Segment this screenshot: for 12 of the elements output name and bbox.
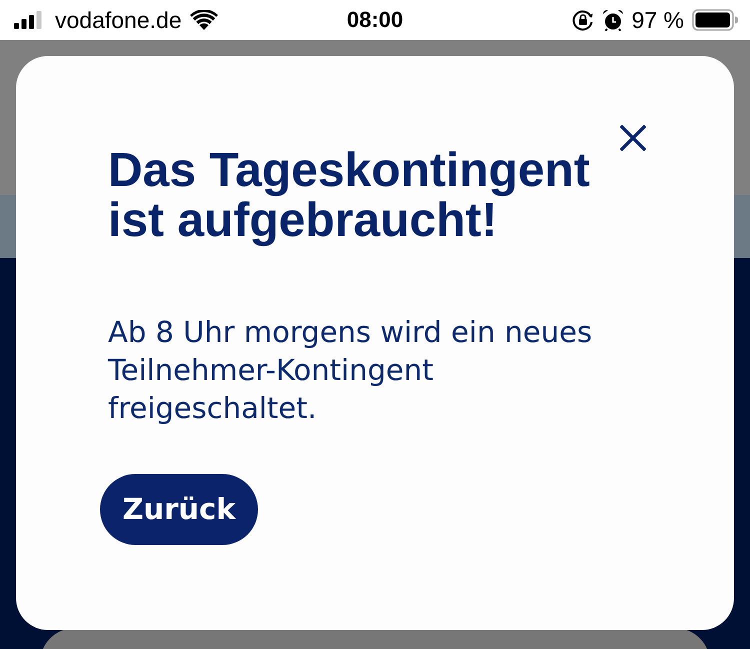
wifi-icon [190, 10, 218, 30]
signal-icon [14, 11, 42, 29]
dialog-message: Ab 8 Uhr morgens wird ein neues Teilnehmer-Kontingent freigeschaltet. [108, 314, 594, 427]
battery-percentage: 97 % [632, 8, 684, 32]
status-time: 08:00 [346, 9, 404, 31]
alarm-clock-icon [602, 9, 624, 31]
close-icon [620, 125, 646, 151]
rotation-lock-icon [572, 9, 594, 31]
battery-icon [692, 9, 738, 31]
dialog-title: Das Tageskontingent ist aufgebraucht! [108, 146, 591, 246]
back-button[interactable]: Zurück [100, 474, 258, 545]
carrier-name: vodafone.de [55, 8, 182, 32]
